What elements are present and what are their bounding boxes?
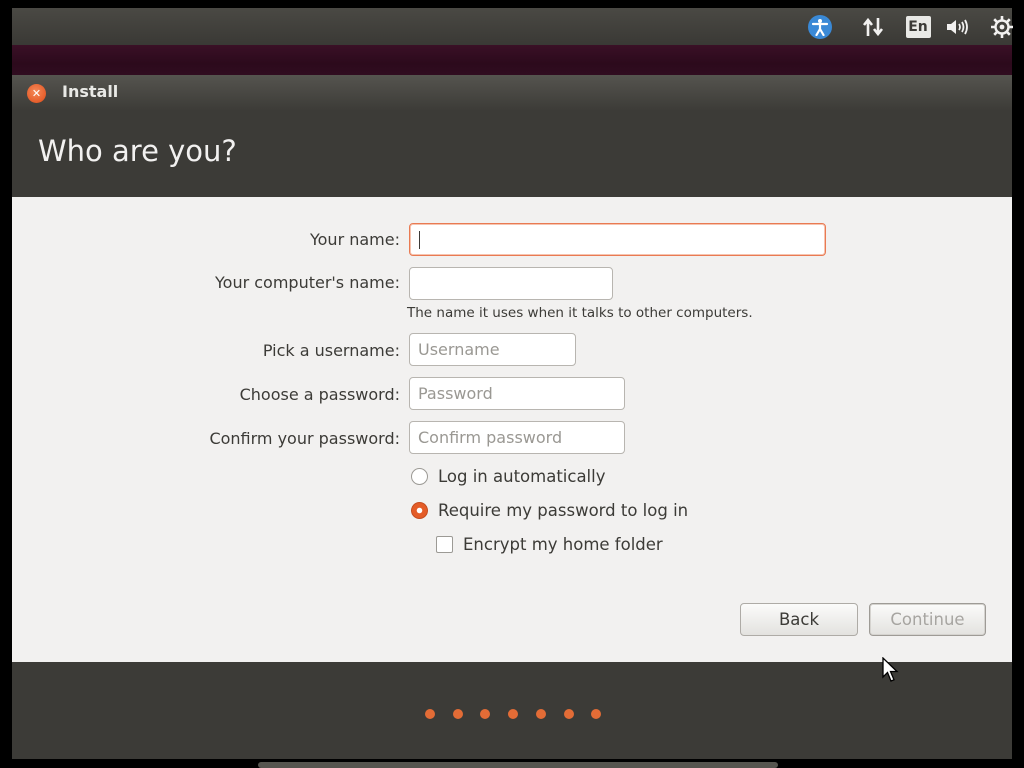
progress-dot [563,709,574,719]
encrypt-home-checkbox[interactable]: Encrypt my home folder [436,535,663,554]
password-placeholder: Password [418,384,493,403]
progress-dot [480,709,491,719]
name-label: Your name: [309,230,400,249]
password-label: Choose a password: [239,385,400,404]
continue-button[interactable]: Continue [869,603,986,636]
network-arrows-icon [862,17,884,36]
radio-unchecked-icon [411,468,428,485]
top-panel: En [12,8,1013,45]
confirm-password-placeholder: Confirm password [418,428,563,447]
password-input[interactable]: Password [409,377,625,410]
encrypt-home-label: Encrypt my home folder [463,535,663,554]
bottom-scrollbar [258,762,778,768]
accessibility-menu[interactable] [806,8,834,45]
username-input[interactable]: Username [409,333,576,366]
back-button[interactable]: Back [740,603,858,636]
volume-icon [947,19,968,34]
confirm-password-input[interactable]: Confirm password [409,421,625,454]
mouse-pointer-icon [882,657,899,682]
progress-dots [12,705,1012,719]
require-password-label: Require my password to log in [438,501,689,520]
keyboard-language-indicator: En [905,15,931,38]
progress-dot [591,709,602,719]
progress-dot [535,709,546,719]
computer-name-hint: The name it uses when it talks to other … [407,305,753,321]
text-caret [419,231,420,249]
computer-name-input[interactable] [409,267,613,300]
installer-window: ✕ Install Who are you? Your name: Your c… [12,75,1012,759]
progress-dot [425,709,435,719]
window-titlebar[interactable]: ✕ Install [12,75,1012,111]
form-panel: Your name: Your computer's name: The nam… [12,197,1012,682]
volume-menu[interactable] [942,8,974,45]
computer-name-label: Your computer's name: [215,273,400,292]
desktop-background [12,45,1012,76]
close-icon[interactable]: ✕ [27,84,46,103]
checkbox-unchecked-icon [436,536,453,553]
login-automatically-radio[interactable]: Log in automatically [411,467,606,486]
progress-dot [508,709,519,719]
require-password-radio[interactable]: Require my password to log in [411,501,688,520]
name-input[interactable] [409,223,826,256]
window-title: Install [62,82,119,101]
radio-checked-icon [411,502,428,519]
network-menu[interactable] [858,8,888,45]
login-automatically-label: Log in automatically [438,467,606,486]
progress-dot [452,709,463,719]
confirm-password-label: Confirm your password: [209,429,400,448]
username-label: Pick a username: [262,341,400,360]
system-menu[interactable] [987,8,1017,45]
accessibility-icon [808,14,832,39]
page-title: Who are you? [38,134,237,168]
gear-power-icon [991,15,1013,38]
keyboard-layout-menu[interactable]: En [904,8,932,45]
username-placeholder: Username [418,340,500,359]
